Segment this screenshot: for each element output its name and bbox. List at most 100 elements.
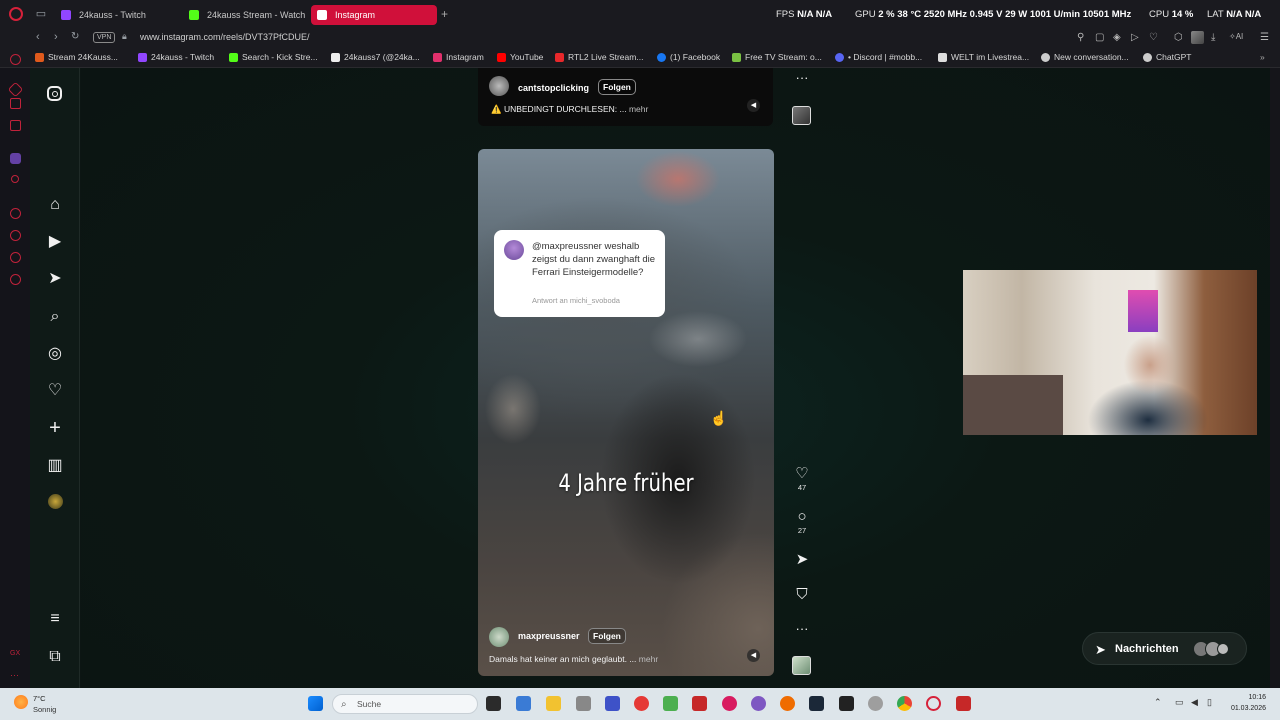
app-icon[interactable] (956, 696, 971, 711)
bookmark-item[interactable]: Search - Kick Stre... (229, 52, 318, 62)
aria-icon[interactable] (10, 54, 21, 65)
task-view-icon[interactable] (486, 696, 501, 711)
opera-gx-icon[interactable] (926, 696, 941, 711)
bookmark-item[interactable]: Stream 24Kauss... (35, 52, 118, 62)
reel-caption[interactable]: Damals hat keiner an mich geglaubt. ... … (489, 654, 658, 664)
heart-bookmark-icon[interactable]: ♡ (1149, 32, 1158, 43)
bookmark-item[interactable]: RTL2 Live Stream... (555, 52, 643, 62)
bookmark-item[interactable]: 24kauss - Twitch (138, 52, 214, 62)
windows-start-icon[interactable] (308, 696, 323, 711)
more-icon[interactable]: ··· (10, 670, 21, 681)
app-icon[interactable] (663, 696, 678, 711)
more-icon[interactable]: ··· (792, 70, 812, 85)
bookmark-item[interactable]: (1) Facebook (657, 52, 720, 62)
settings-icon[interactable] (10, 274, 21, 285)
gx-corner-icon[interactable]: GX (10, 650, 21, 661)
follow-button[interactable]: Folgen (598, 79, 636, 95)
more-icon[interactable]: ··· (792, 621, 812, 636)
history-icon[interactable] (10, 230, 21, 241)
bookmark-item[interactable]: Free TV Stream: o... (732, 52, 822, 62)
download-icon[interactable]: ⤓ (1211, 32, 1215, 43)
easy-setup-icon[interactable]: ☰ (1260, 32, 1269, 43)
share-button[interactable]: ➤ (792, 552, 812, 568)
pin-icon[interactable]: ⚲ (1077, 32, 1084, 43)
heart-icon[interactable]: ♡ (46, 382, 64, 400)
gx-control-icon[interactable] (7, 81, 24, 98)
back-icon[interactable]: ‹ (36, 31, 40, 43)
send-icon[interactable]: ➤ (46, 270, 64, 288)
twitch-sidebar-icon[interactable] (10, 153, 21, 164)
user-avatar[interactable] (489, 76, 509, 96)
app-icon[interactable] (634, 696, 649, 711)
tab-workspaces-icon[interactable]: ▭ (35, 8, 47, 20)
tray-overflow-icon[interactable]: ⌃ (1154, 697, 1162, 708)
volume-icon[interactable]: ◀ (1191, 697, 1198, 708)
profile-avatar[interactable] (1191, 31, 1204, 44)
vpn-badge[interactable]: VPN (93, 32, 116, 43)
bookmark-item[interactable]: ChatGPT (1143, 52, 1191, 62)
new-tab-button[interactable]: + (441, 7, 448, 21)
v-app-icon[interactable] (605, 696, 620, 711)
extensions-sidebar-icon[interactable] (10, 252, 21, 263)
reel-username[interactable]: maxpreussner (518, 631, 580, 641)
bookmark-item[interactable]: • Discord | #mobb... (835, 52, 922, 62)
play-icon[interactable]: ▷ (1131, 32, 1139, 43)
like-button[interactable]: ♡ 47 (792, 466, 812, 493)
reload-icon[interactable]: ↻ (71, 31, 79, 42)
app-icon[interactable] (692, 696, 707, 711)
comment-button[interactable]: ○ 27 (792, 509, 812, 536)
chrome-icon[interactable] (897, 696, 912, 711)
bookmark-item[interactable]: WELT im Livestrea... (938, 52, 1029, 62)
plus-icon[interactable]: + (46, 418, 64, 438)
bookmarks-overflow-icon[interactable]: » (1260, 52, 1265, 62)
audio-thumb[interactable] (792, 106, 811, 125)
save-button[interactable]: ⛉ (792, 587, 812, 603)
url-field[interactable]: www.instagram.com/reels/DVT37PfCDUE/ (140, 32, 310, 42)
app-icon[interactable] (868, 696, 883, 711)
audio-thumb[interactable] (792, 656, 811, 675)
bookmark-item[interactable]: Instagram (433, 52, 484, 62)
volume-icon[interactable]: ◀ (747, 99, 760, 112)
hamburger-icon[interactable]: ≡ (46, 610, 64, 628)
messenger-icon[interactable] (10, 120, 21, 131)
lock-icon[interactable]: 🔒︎ (122, 31, 127, 42)
tab-instagram[interactable]: Instagram (311, 5, 437, 25)
follow-button[interactable]: Folgen (588, 628, 626, 644)
scrollbar[interactable] (1270, 68, 1280, 688)
mouse-app-icon[interactable] (576, 696, 591, 711)
aria-ai-icon[interactable]: ✧AI (1229, 32, 1243, 41)
opera-logo-icon[interactable] (9, 7, 23, 21)
extensions-icon[interactable]: ⬡ (1174, 32, 1183, 43)
reels-icon[interactable]: ▶ (46, 233, 64, 251)
current-reel[interactable]: @maxpreussner weshalb zeigst du dann zwa… (478, 149, 774, 676)
notification-icon[interactable] (11, 175, 19, 183)
tab-twitch[interactable]: 24kauss - Twitch (55, 5, 180, 25)
taskbar-search[interactable]: ⌕ Suche (332, 694, 478, 714)
home-icon[interactable]: ⌂ (46, 196, 64, 214)
bookmark-item[interactable]: YouTube (497, 52, 543, 62)
reel-caption[interactable]: ⚠️ UNBEDINGT DURCHLESEN: ... mehr (491, 104, 648, 115)
steam-icon[interactable] (809, 696, 824, 711)
bookmark-item[interactable]: 24kauss7 (@24ka... (331, 52, 420, 62)
calculator-icon[interactable] (516, 696, 531, 711)
app-icon[interactable] (839, 696, 854, 711)
taskbar-clock[interactable]: 10:16 01.03.2026 (1226, 692, 1266, 714)
snapshot-icon[interactable]: ▢ (1095, 32, 1104, 43)
reel-username[interactable]: cantstopclicking (518, 83, 589, 93)
previous-reel[interactable]: cantstopclicking Folgen ⚠️ UNBEDINGT DUR… (478, 68, 773, 126)
tab-kick[interactable]: 24kauss Stream - Watch I (183, 5, 308, 25)
network-icon[interactable]: ▭ (1175, 697, 1184, 708)
messages-button[interactable]: ➤ Nachrichten (1082, 632, 1247, 665)
profile-avatar[interactable] (48, 494, 63, 509)
also-from-meta-icon[interactable]: ⧉ (46, 648, 64, 666)
player-icon[interactable] (10, 208, 21, 219)
gx-cleaner-icon[interactable] (10, 98, 21, 109)
compass-icon[interactable]: ◎ (46, 345, 64, 363)
instagram-icon[interactable] (47, 86, 62, 101)
file-explorer-icon[interactable] (546, 696, 561, 711)
search-icon[interactable]: ⌕ (46, 308, 64, 326)
bookmark-item[interactable]: New conversation... (1041, 52, 1129, 62)
dashboard-icon[interactable]: ▥ (46, 457, 64, 475)
volume-icon[interactable]: ◀ (747, 649, 760, 662)
forward-icon[interactable]: › (54, 31, 58, 43)
